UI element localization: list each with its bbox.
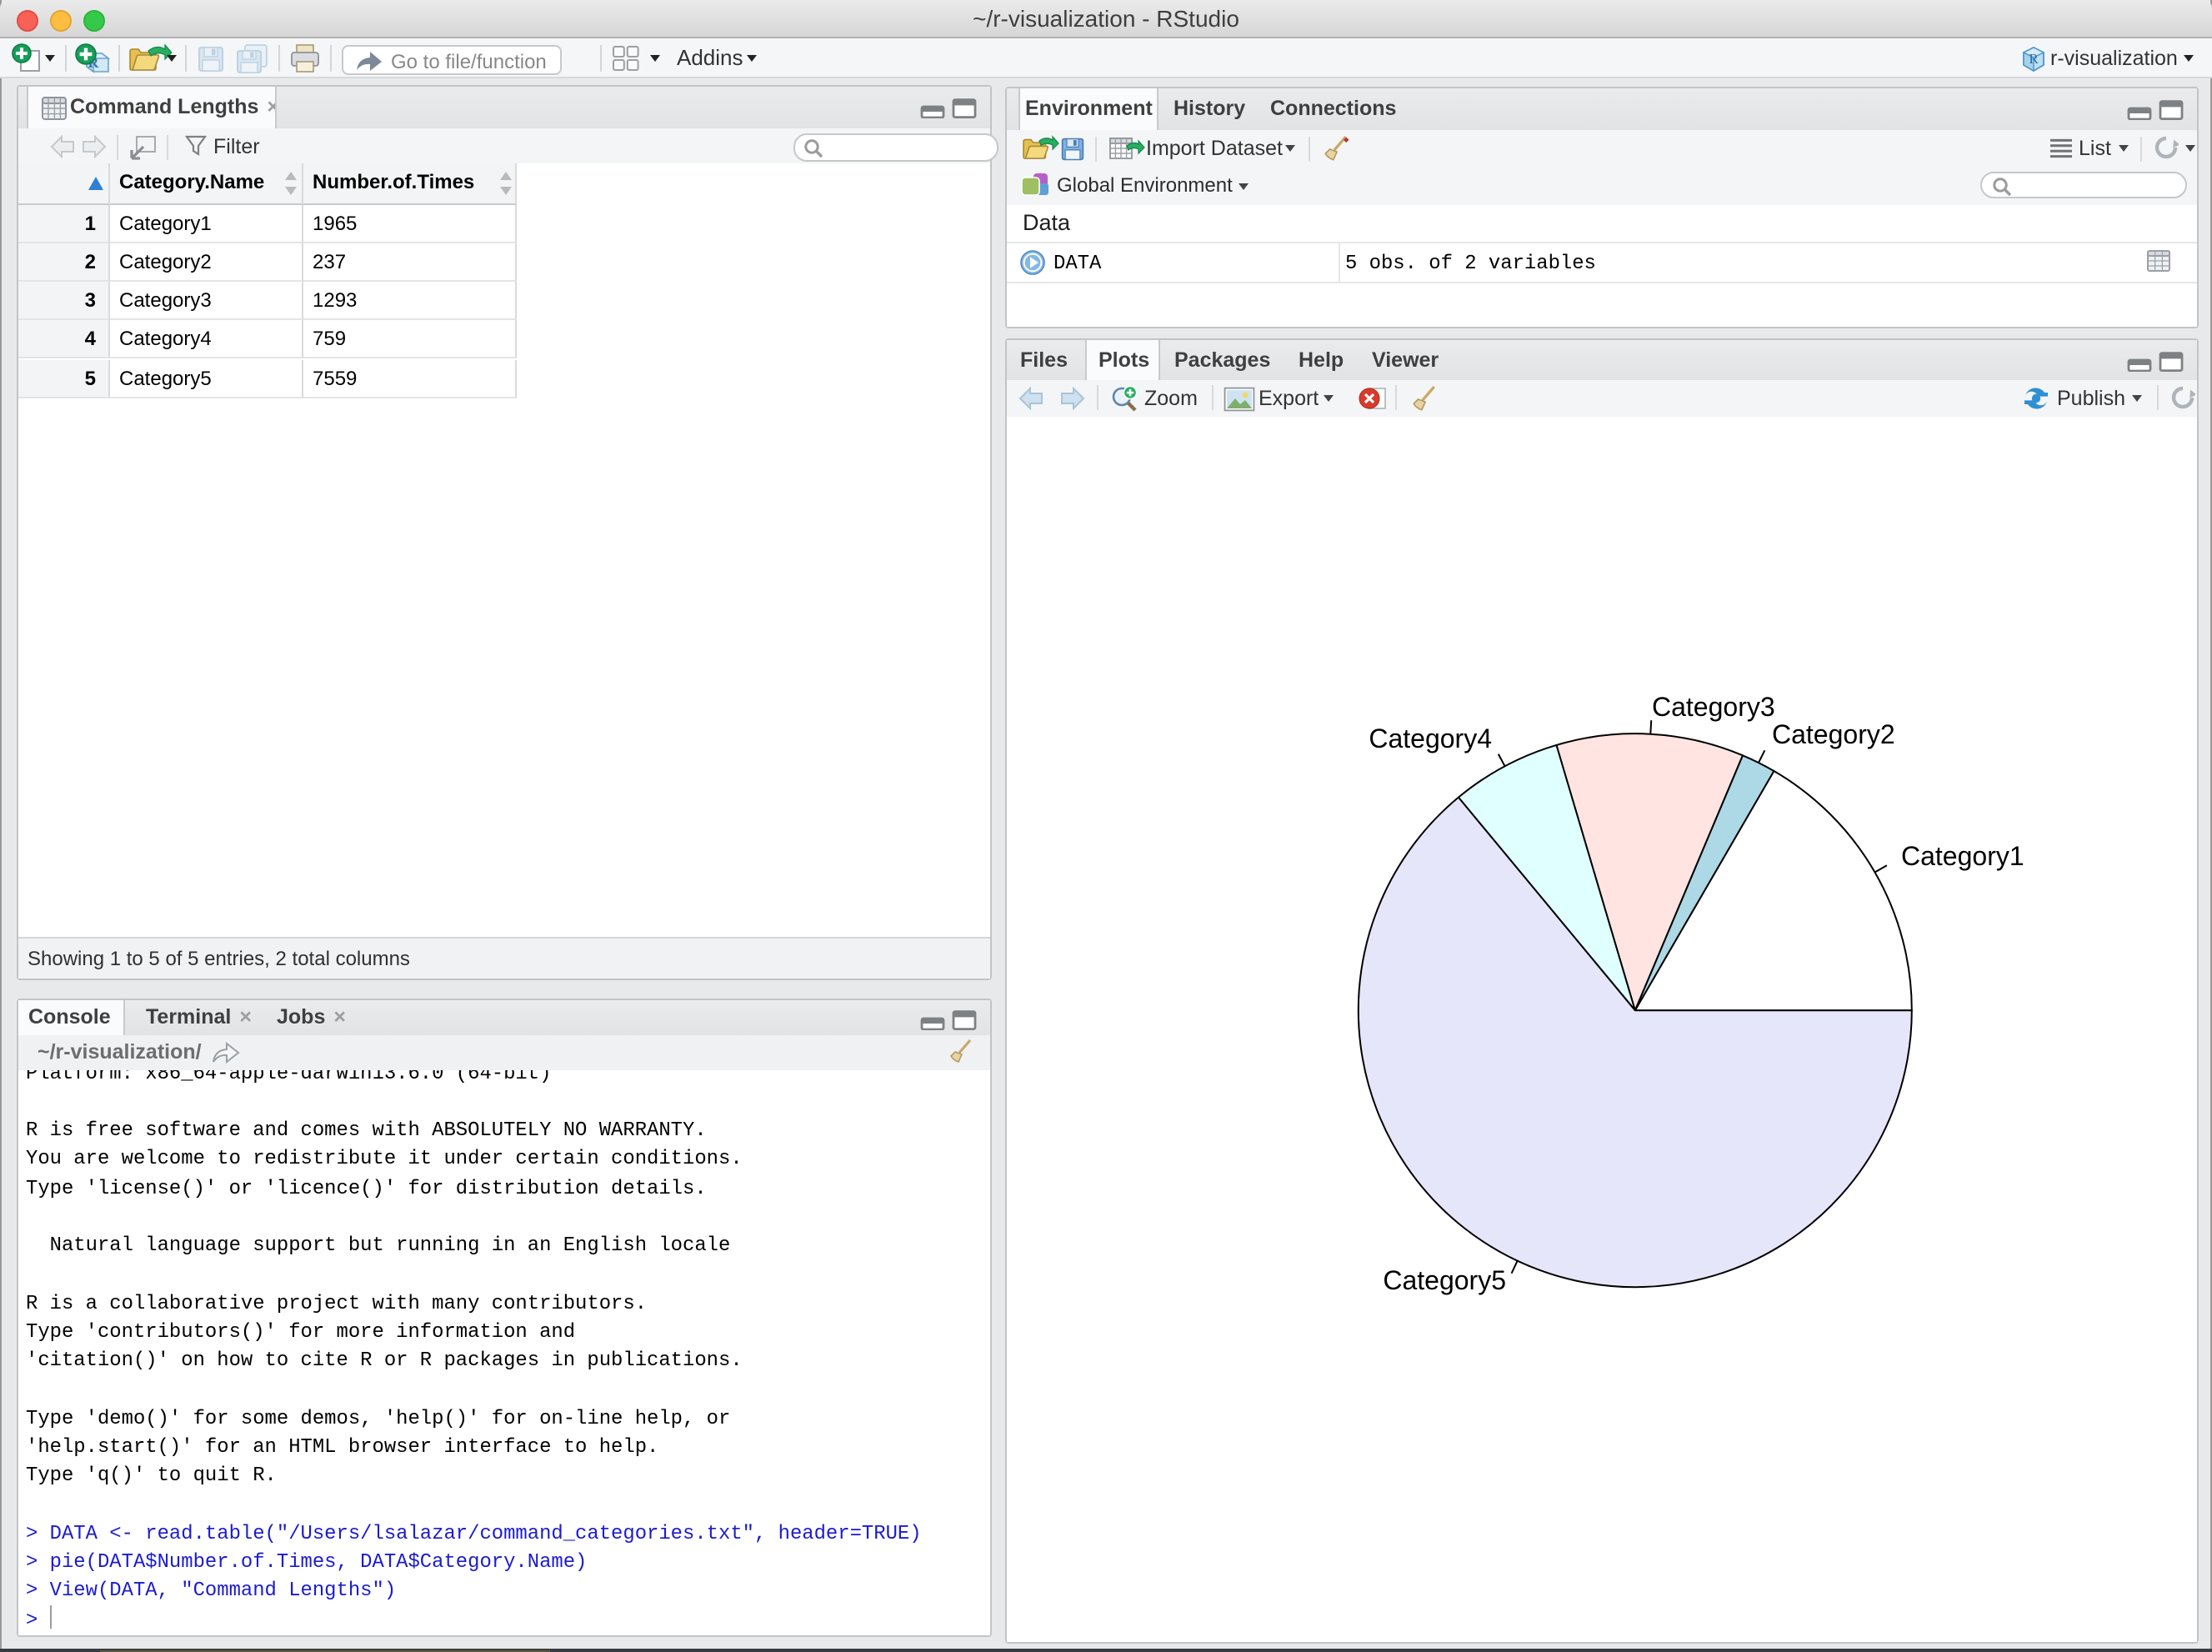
svg-text:Category5: Category5: [1382, 1264, 1505, 1294]
svg-text:Category3: Category3: [1651, 691, 1774, 721]
svg-text:Category2: Category2: [1771, 718, 1894, 748]
svg-text:R: R: [2029, 50, 2039, 66]
svg-text:Category1: Category1: [1900, 840, 2024, 870]
svg-text:Category4: Category4: [1368, 723, 1491, 753]
